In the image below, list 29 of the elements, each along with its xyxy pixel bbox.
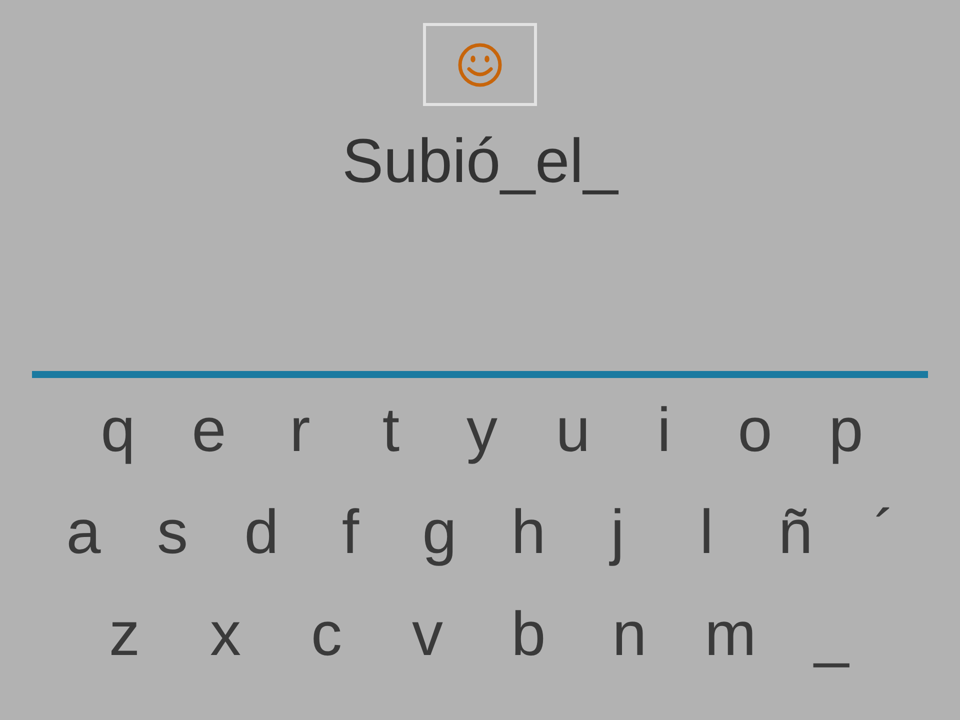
letter-key[interactable]: i <box>618 395 710 467</box>
letter-key[interactable]: r <box>254 395 346 467</box>
letter-key[interactable]: y <box>436 395 528 467</box>
prompt-text: Subió_el_ <box>342 126 618 198</box>
letter-key[interactable]: m <box>680 599 781 671</box>
letter-key[interactable]: _ <box>781 599 882 671</box>
letter-key[interactable]: a <box>39 497 128 569</box>
letter-key[interactable]: d <box>217 497 306 569</box>
letter-key[interactable]: s <box>128 497 217 569</box>
letter-key[interactable]: f <box>306 497 395 569</box>
letter-key[interactable]: n <box>579 599 680 671</box>
letter-key[interactable]: c <box>276 599 377 671</box>
letter-key[interactable]: x <box>175 599 276 671</box>
letter-key[interactable]: l <box>662 497 751 569</box>
letter-key[interactable]: j <box>573 497 662 569</box>
smiley-icon <box>456 42 502 88</box>
letter-key[interactable]: ñ <box>751 497 840 569</box>
letter-key[interactable]: p <box>800 395 892 467</box>
letter-key[interactable]: o <box>710 395 800 467</box>
letter-key[interactable]: b <box>478 599 579 671</box>
letter-key[interactable]: z <box>74 599 175 671</box>
letter-key[interactable]: e <box>164 395 254 467</box>
letter-key[interactable]: h <box>484 497 573 569</box>
letter-key[interactable]: t <box>346 395 436 467</box>
letter-key[interactable]: q <box>72 395 164 467</box>
letter-key[interactable]: u <box>528 395 618 467</box>
letter-key[interactable]: g <box>395 497 484 569</box>
letter-key[interactable]: ´ <box>840 497 929 569</box>
letter-key[interactable]: v <box>377 599 478 671</box>
